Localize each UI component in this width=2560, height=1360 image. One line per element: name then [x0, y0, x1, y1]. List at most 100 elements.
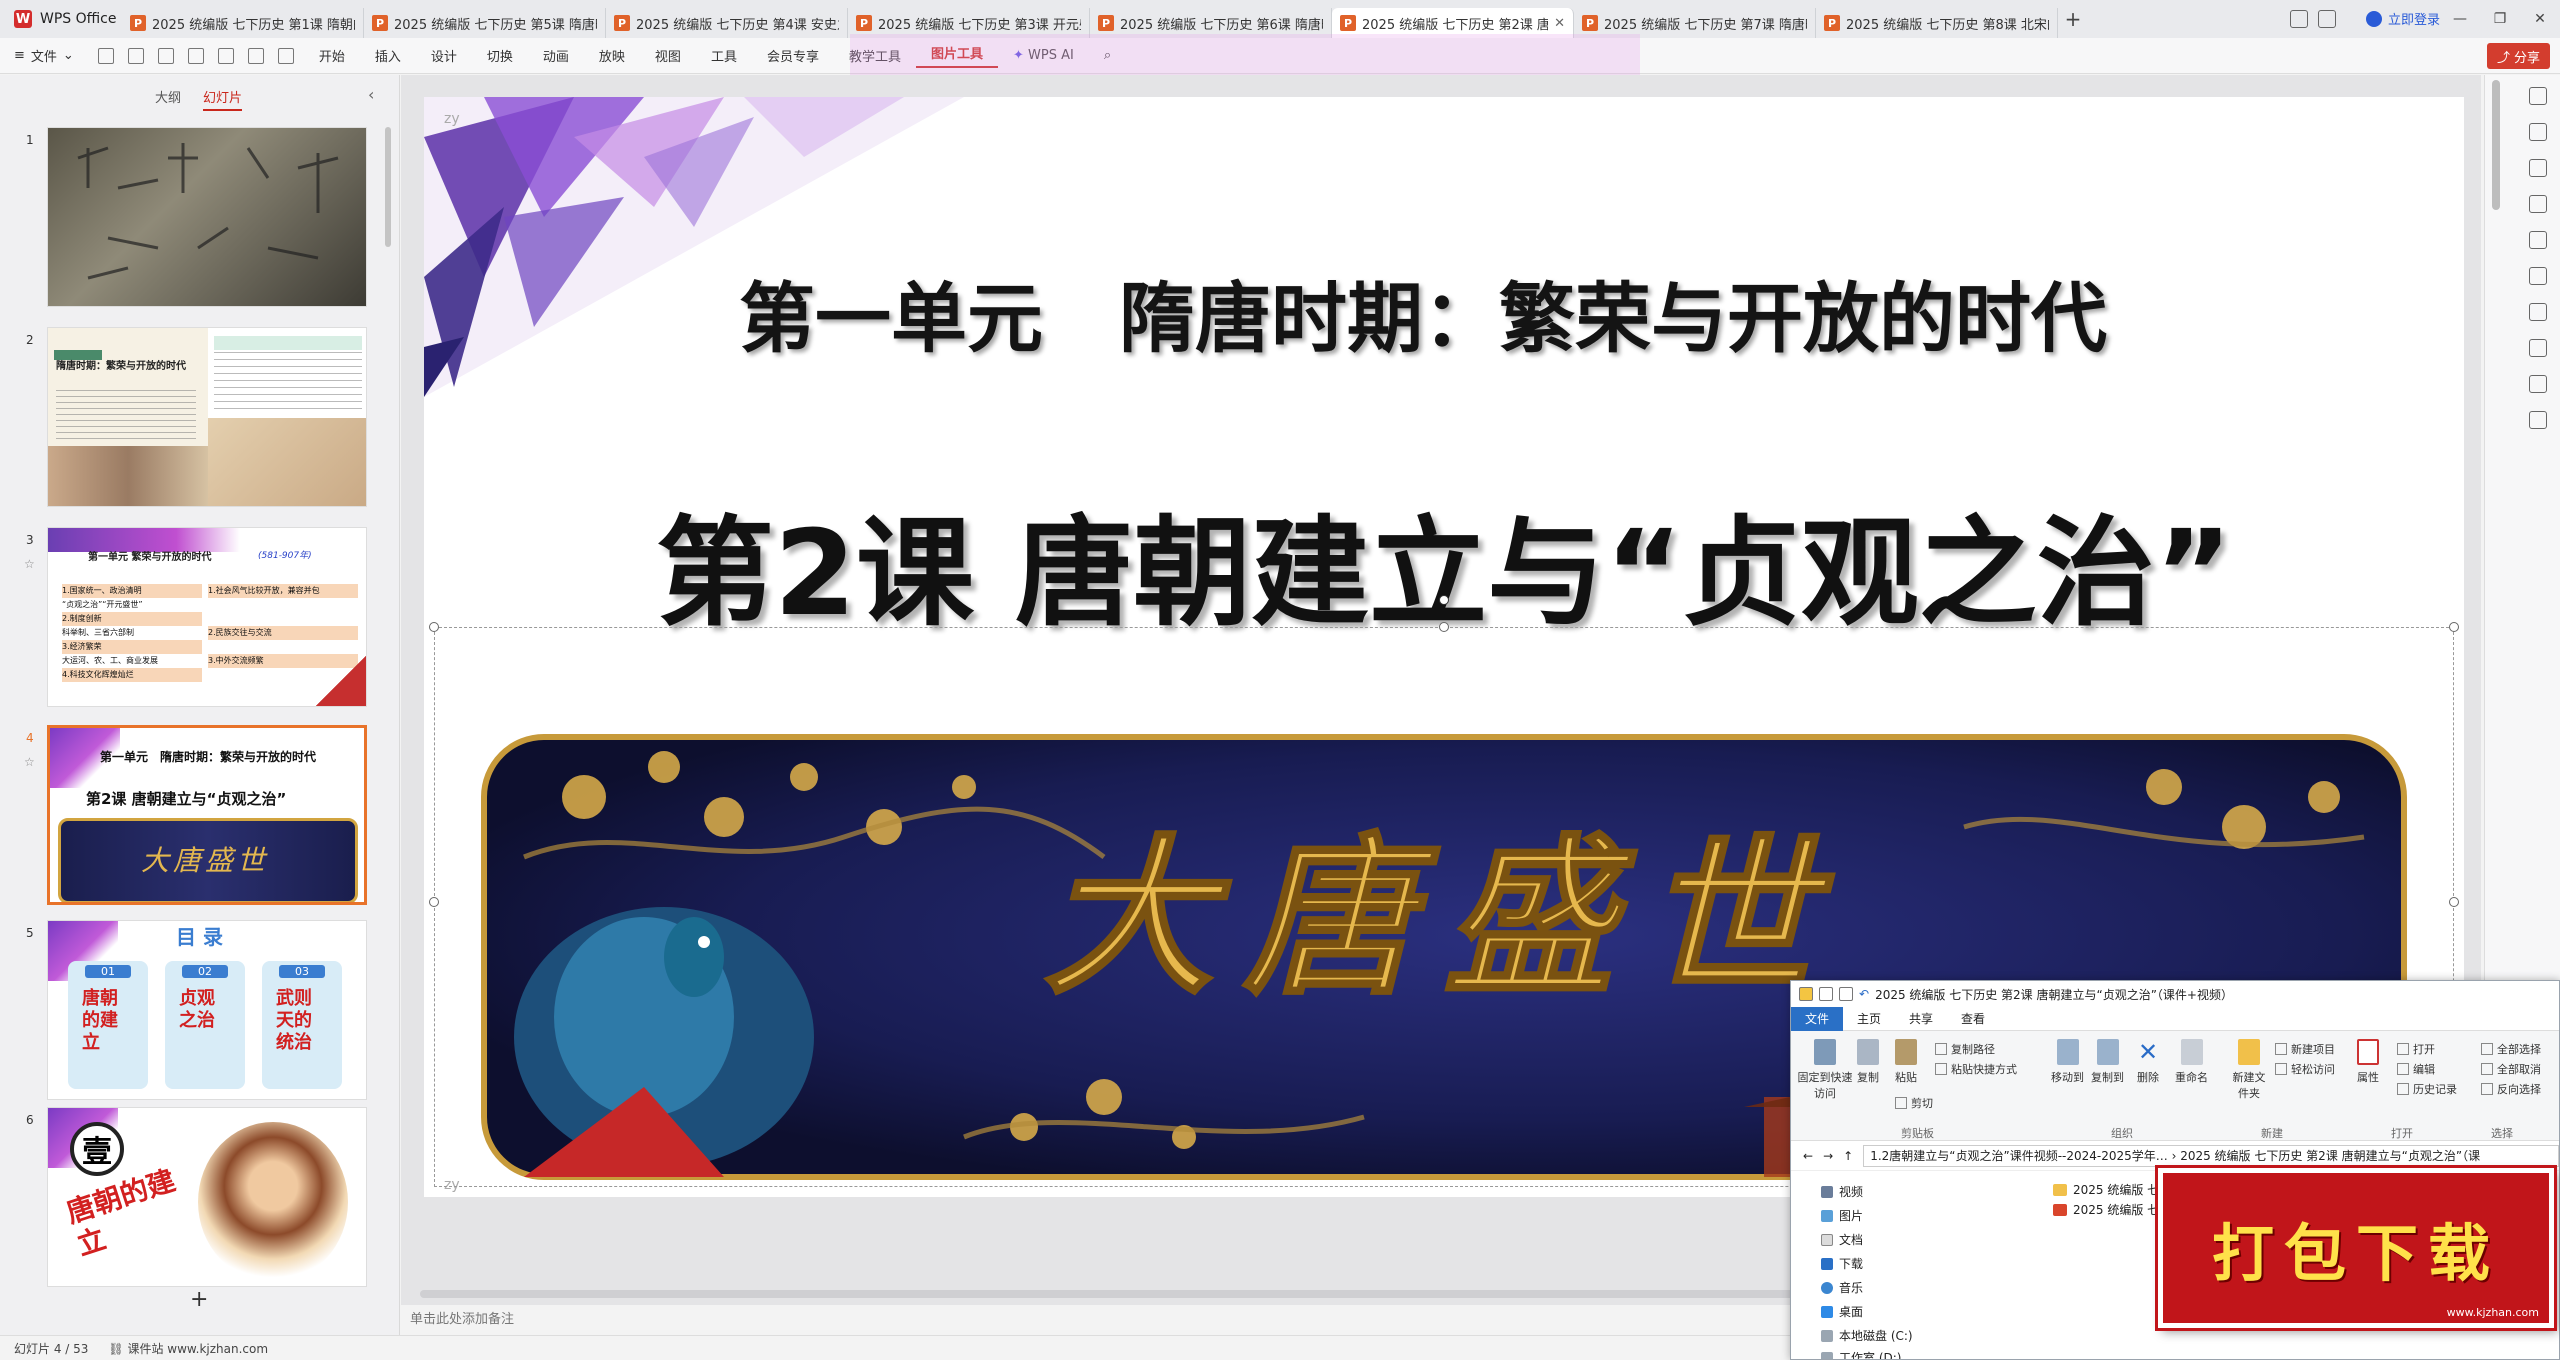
download-badge[interactable]: 打包下载 www.kjzhan.com [2158, 1168, 2554, 1328]
preview-icon[interactable] [187, 47, 204, 64]
login-button[interactable]: 立即登录 [2365, 9, 2440, 28]
new-folder-button[interactable]: 新建文件夹 [2229, 1039, 2269, 1101]
tab-slides[interactable]: 幻灯片 [203, 87, 243, 111]
print-icon[interactable] [157, 47, 174, 64]
copy-path-button[interactable]: 复制路径 [1935, 1041, 1995, 1057]
star-icon[interactable]: ☆ [24, 557, 35, 571]
ribbon-tab[interactable]: 设计 [416, 46, 472, 65]
nav-pictures[interactable]: 图片 [1821, 1207, 1863, 1224]
star-effects-icon[interactable] [2529, 159, 2547, 177]
select-all-button[interactable]: 全部选择 [2481, 1041, 2541, 1057]
star-icon[interactable]: ☆ [24, 755, 35, 769]
layers-icon[interactable] [2529, 267, 2547, 285]
minimize-icon[interactable]: — [2440, 0, 2480, 38]
ribbon-tab[interactable]: 会员专享 [752, 46, 834, 65]
file-item[interactable]: 2025 统编版 七下 [2053, 1201, 2171, 1218]
lock-icon[interactable] [2529, 339, 2547, 357]
notes-placeholder[interactable]: 单击此处添加备注 [410, 1308, 514, 1327]
slide-thumbnail[interactable]: 壹 唐朝的建立 [47, 1107, 367, 1287]
nav-desktop[interactable]: 桌面 [1821, 1303, 1863, 1320]
doc-tab[interactable]: P 2025 统编版 七下历史 第1课 隋朝的统一与灭亡 [122, 8, 364, 38]
horizontal-scrollbar[interactable] [420, 1290, 1820, 1298]
resize-handle[interactable] [2449, 622, 2459, 632]
close-window-icon[interactable]: ✕ [2520, 0, 2560, 38]
slide-thumbnail[interactable]: 第一单元 繁荣与开放的时代 (581-907年) 1.国家统一、政治清明 “贞观… [47, 527, 367, 707]
export-pdf-icon[interactable] [127, 47, 144, 64]
doc-tab[interactable]: P 2025 统编版 七下历史 第7课 隋唐时期的科技与文化 [1574, 8, 1816, 38]
file-item[interactable]: 2025 统编版 七下 [2053, 1181, 2171, 1198]
back-icon[interactable]: ← [1803, 1149, 1813, 1163]
add-slide-button[interactable]: + [190, 1287, 208, 1312]
doc-tab[interactable]: P 2025 统编版 七下历史 第4课 安史之乱与唐朝衰亡 [606, 8, 848, 38]
picture-tools-tab[interactable]: 图片工具 [915, 43, 998, 68]
nav-downloads[interactable]: 下载 [1821, 1255, 1863, 1272]
help-icon[interactable] [2529, 375, 2547, 393]
ribbon-tab[interactable]: 视图 [640, 46, 696, 65]
doc-tab-active[interactable]: P 2025 统编版 七下历史 第2课 唐朝建立与贞观之治 ✕ [1332, 8, 1574, 38]
properties-icon[interactable] [1819, 987, 1833, 1001]
resize-handle[interactable] [429, 622, 439, 632]
easy-access-button[interactable]: 轻松访问 [2275, 1061, 2335, 1077]
vertical-scrollbar[interactable] [2492, 80, 2500, 210]
ribbon-tab[interactable]: 放映 [584, 46, 640, 65]
up-icon[interactable]: ↑ [1843, 1149, 1853, 1163]
new-folder-icon[interactable] [1839, 987, 1853, 1001]
tab-share[interactable]: 共享 [1895, 1007, 1947, 1031]
history-button[interactable]: 历史记录 [2397, 1081, 2457, 1097]
adjust-icon[interactable] [2529, 87, 2547, 105]
open-button[interactable]: 打开 [2397, 1041, 2435, 1057]
more-icon[interactable] [2529, 411, 2547, 429]
nav-music[interactable]: 音乐 [1821, 1279, 1863, 1296]
copy-button[interactable]: 复制 [1857, 1039, 1879, 1085]
redo-icon[interactable] [247, 47, 264, 64]
panel-scrollbar[interactable] [385, 127, 391, 247]
properties-button[interactable]: 属性 [2357, 1039, 2379, 1085]
tab-outline[interactable]: 大纲 [155, 87, 181, 111]
cursor-icon[interactable] [2529, 123, 2547, 141]
tab-view[interactable]: 查看 [1947, 1007, 1999, 1031]
copy-icon[interactable] [2529, 195, 2547, 213]
doc-tab[interactable]: P 2025 统编版 七下历史 第6课 隋唐时期的中外文化交流 [1090, 8, 1332, 38]
pin-quick-access-button[interactable]: 固定到快速访问 [1797, 1039, 1853, 1101]
maximize-icon[interactable]: ❐ [2480, 0, 2520, 38]
paste-shortcut-button[interactable]: 粘贴快捷方式 [1935, 1061, 2017, 1077]
share-button[interactable]: ⤴ 分享 [2486, 43, 2550, 69]
slide-thumbnail-selected[interactable]: 第一单元 隋唐时期：繁荣与开放的时代 第2课 唐朝建立与“贞观之治” 大唐盛世 [47, 725, 367, 905]
slide-thumbnail[interactable]: 隋唐时期：繁荣与开放的时代 [47, 327, 367, 507]
invert-selection-button[interactable]: 反向选择 [2481, 1081, 2541, 1097]
nav-drive-c[interactable]: 本地磁盘 (C:) [1821, 1327, 1913, 1344]
paste-button[interactable]: 粘贴 [1895, 1039, 1917, 1085]
resize-handle[interactable] [1439, 622, 1449, 632]
close-tab-icon[interactable]: ✕ [1554, 16, 1565, 31]
doc-tab[interactable]: P 2025 统编版 七下历史 第3课 开元盛世 [848, 8, 1090, 38]
ribbon-tab[interactable]: 工具 [696, 46, 752, 65]
undo-icon[interactable] [217, 47, 234, 64]
select-none-button[interactable]: 全部取消 [2481, 1061, 2541, 1077]
move-to-button[interactable]: 移动到 [2051, 1039, 2084, 1085]
multiwindow-icon[interactable] [2318, 10, 2336, 28]
tab-home[interactable]: 主页 [1843, 1007, 1895, 1031]
save-icon[interactable] [97, 47, 114, 64]
undo-icon[interactable]: ↶ [1859, 987, 1869, 1001]
edit-button[interactable]: 编辑 [2397, 1061, 2435, 1077]
ribbon-tab[interactable]: 切换 [472, 46, 528, 65]
tab-file[interactable]: 文件 [1791, 1006, 1844, 1031]
wps-ai-tab[interactable]: ✦ WPS AI [998, 48, 1089, 63]
slide-thumbnail[interactable]: 目 录 01 唐朝的建立 02 贞观之治 03 武则天的统治 [47, 920, 367, 1100]
rename-button[interactable]: 重命名 [2175, 1039, 2208, 1085]
delete-button[interactable]: ✕ 删除 [2137, 1039, 2159, 1085]
file-menu[interactable]: ≡ 文件 ⌄ [0, 46, 88, 65]
doc-tab[interactable]: P 2025 统编版 七下历史 第5课 隋唐时期的民族交往与交流 [364, 8, 606, 38]
nav-documents[interactable]: 文档 [1821, 1231, 1863, 1248]
new-item-button[interactable]: 新建项目 [2275, 1041, 2335, 1057]
copy-to-button[interactable]: 复制到 [2091, 1039, 2124, 1085]
ribbon-tab[interactable]: 动画 [528, 46, 584, 65]
doc-tab[interactable]: P 2025 统编版 七下历史 第8课 北宋的政治 [1816, 8, 2058, 38]
crop-icon[interactable] [2529, 231, 2547, 249]
collapse-panel-icon[interactable]: ‹ [368, 85, 374, 104]
rotate-handle-icon[interactable] [1439, 595, 1449, 605]
format-painter-icon[interactable] [277, 47, 294, 64]
search-icon[interactable]: ⌕ [1089, 48, 1126, 63]
nav-drive-d[interactable]: 工作室 (D:) [1821, 1349, 1901, 1359]
ribbon-tab[interactable]: 开始 [304, 46, 360, 65]
